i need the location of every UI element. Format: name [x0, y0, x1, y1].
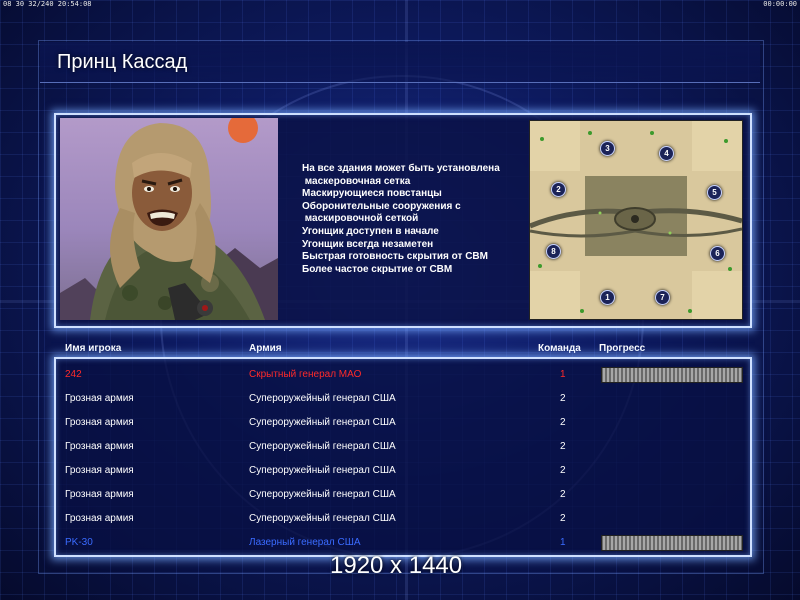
- player-army: Лазерный генерал США: [249, 537, 361, 548]
- resolution-watermark: 1920 x 1440: [330, 552, 463, 579]
- start-position-marker: 4: [659, 146, 674, 161]
- player-army: Скрытный генерал МАО: [249, 369, 362, 380]
- start-position-marker: 1: [600, 290, 615, 305]
- player-name: 242: [65, 369, 82, 380]
- ability-line: На все здания может быть установлена: [302, 163, 500, 174]
- player-name: Грозная армия: [65, 441, 134, 452]
- player-team: 2: [560, 393, 566, 404]
- ability-line: Быстрая готовность скрытия от СВМ: [302, 251, 488, 263]
- player-name: Грозная армия: [65, 513, 134, 524]
- table-row: Грозная армия Супероружейный генерал США…: [56, 484, 750, 508]
- ability-line: Угонщик доступен в начале: [302, 225, 439, 237]
- general-portrait: [60, 118, 278, 320]
- ability-line: Угонщик всегда незаметен: [302, 238, 434, 250]
- player-army: Супероружейный генерал США: [249, 417, 396, 428]
- player-team: 2: [560, 513, 566, 524]
- player-army: Супероружейный генерал США: [249, 513, 396, 524]
- player-name: Грозная армия: [65, 417, 134, 428]
- table-row: Грозная армия Супероружейный генерал США…: [56, 460, 750, 484]
- loading-progress-bar: [601, 535, 743, 551]
- player-army: Супероружейный генерал США: [249, 393, 396, 404]
- loading-progress-bar: [601, 367, 743, 383]
- start-position-marker: 6: [710, 246, 725, 261]
- player-team: 1: [560, 369, 566, 380]
- player-name: Грозная армия: [65, 489, 134, 500]
- table-row: Грозная армия Супероружейный генерал США…: [56, 388, 750, 412]
- start-position-marker: 7: [655, 290, 670, 305]
- player-team: 2: [560, 465, 566, 476]
- ability-line: маскировочной сеткой: [302, 213, 419, 225]
- general-abilities-list: На все здания может быть установлена мас…: [302, 163, 522, 276]
- player-army: Супероружейный генерал США: [249, 489, 396, 500]
- column-header-army: Армия: [249, 343, 282, 354]
- ability-line: Более частое скрытие от СВМ: [302, 263, 453, 275]
- player-name: PK-30: [65, 537, 93, 548]
- ability-line: маскеровочная сетка: [302, 175, 411, 187]
- ability-line: Маскирующиеся повстанцы: [302, 188, 442, 200]
- table-row: Грозная армия Супероружейный генерал США…: [56, 412, 750, 436]
- column-header-player-name: Имя игрока: [65, 343, 122, 354]
- player-team: 2: [560, 441, 566, 452]
- status-bar-clock: 00:00:00: [763, 0, 797, 8]
- player-team: 2: [560, 417, 566, 428]
- portrait-illustration: [60, 118, 278, 320]
- map-preview: 1 2 3 4 5 6 7 8: [529, 120, 743, 320]
- ability-line: Оборонительные сооружения с: [302, 200, 461, 212]
- player-team: 2: [560, 489, 566, 500]
- start-position-marker: 8: [546, 244, 561, 259]
- start-position-marker: 3: [600, 141, 615, 156]
- table-row: Грозная армия Супероружейный генерал США…: [56, 436, 750, 460]
- player-name: Грозная армия: [65, 393, 134, 404]
- column-header-team: Команда: [538, 343, 581, 354]
- player-army: Супероружейный генерал США: [249, 441, 396, 452]
- start-position-marker: 5: [707, 185, 722, 200]
- player-team: 1: [560, 537, 566, 548]
- general-name-title: Принц Кассад: [57, 51, 188, 73]
- table-row: 242 Скрытный генерал МАО 1: [56, 364, 750, 388]
- status-bar-left: 08 30 32/240 20:54:08: [3, 0, 92, 8]
- player-army: Супероружейный генерал США: [249, 465, 396, 476]
- map-terrain: [530, 121, 742, 319]
- column-header-progress: Прогресс: [599, 343, 646, 354]
- start-position-marker: 2: [551, 182, 566, 197]
- players-table: 242 Скрытный генерал МАО 1 Грозная армия…: [54, 357, 752, 557]
- player-name: Грозная армия: [65, 465, 134, 476]
- table-row: Грозная армия Супероружейный генерал США…: [56, 508, 750, 532]
